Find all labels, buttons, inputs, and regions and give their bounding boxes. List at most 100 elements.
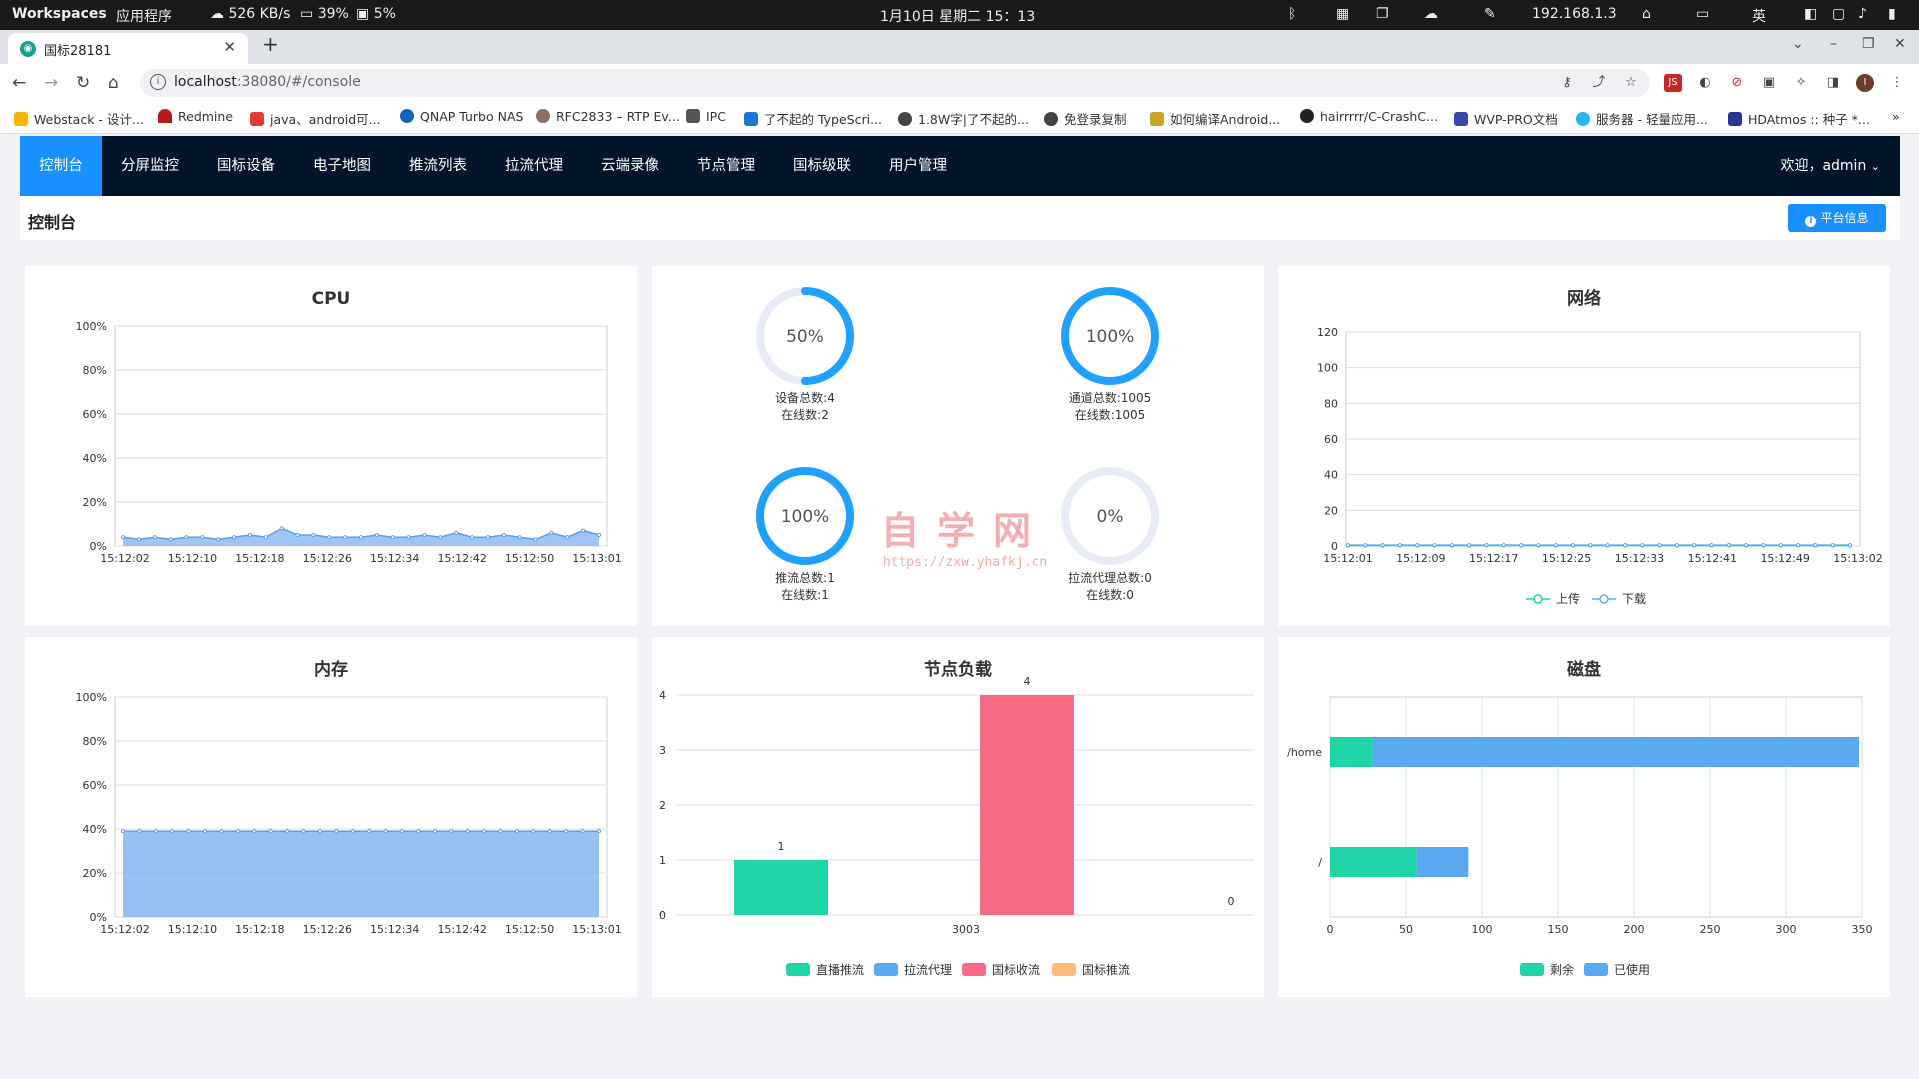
nav-menu-user-manage[interactable]: 用户管理 xyxy=(870,136,966,196)
cpu-chart-title: CPU xyxy=(312,289,351,309)
side-panel-icon[interactable]: ◨ xyxy=(1824,74,1842,92)
bookmark-item[interactable]: QNAP Turbo NAS xyxy=(400,109,523,124)
network-point xyxy=(1692,543,1697,548)
platform-info-button[interactable]: i 平台信息 xyxy=(1788,204,1886,232)
network-point xyxy=(1830,543,1835,548)
key-icon[interactable]: ⚷ xyxy=(1558,74,1576,92)
node-load-legend-swatch xyxy=(1052,963,1076,976)
bookmark-item[interactable]: HDAtmos :: 种子 *... xyxy=(1728,109,1870,128)
nav-menu-split-monitor[interactable]: 分屏监控 xyxy=(102,136,198,196)
nav-menu-gb-cascade[interactable]: 国标级联 xyxy=(774,136,870,196)
network-point xyxy=(1709,543,1714,548)
browser-tab[interactable]: ◉ 国标28181 ✕ xyxy=(8,33,248,64)
minimize-icon[interactable]: – xyxy=(1830,36,1837,52)
mem-x-tick: 15:12:42 xyxy=(437,923,486,936)
reload-icon[interactable]: ↻ xyxy=(76,73,90,93)
bookmark-item[interactable]: Redmine xyxy=(158,109,233,124)
nav-menu-push-list[interactable]: 推流列表 xyxy=(390,136,486,196)
nav-menu-pull-proxy[interactable]: 拉流代理 xyxy=(486,136,582,196)
workspaces-label[interactable]: Workspaces xyxy=(12,6,107,22)
nav-menu-console[interactable]: 控制台 xyxy=(20,136,102,196)
home-page-icon[interactable]: ⌂ xyxy=(108,73,119,93)
site-info-icon[interactable]: i xyxy=(150,74,166,90)
nav-menu-gb-devices[interactable]: 国标设备 xyxy=(198,136,294,196)
bookmarks-overflow-button[interactable]: » xyxy=(1892,109,1900,124)
bookmark-label: IPC xyxy=(706,109,726,124)
bluetooth-icon[interactable]: ᛒ xyxy=(1288,6,1296,22)
close-window-icon[interactable]: ✕ xyxy=(1894,36,1906,52)
nav-menu-map[interactable]: 电子地图 xyxy=(294,136,390,196)
close-tab-icon[interactable]: ✕ xyxy=(223,38,236,56)
maximize-icon[interactable]: ❐ xyxy=(1862,36,1875,52)
home-icon[interactable]: ⌂ xyxy=(1642,6,1651,22)
browser-menu-icon[interactable]: ⋮ xyxy=(1888,74,1906,92)
screen-icon[interactable]: ◧ xyxy=(1804,6,1817,22)
bookmark-folder[interactable]: IPC xyxy=(686,109,726,124)
cpu-x-tick: 15:12:42 xyxy=(437,552,486,565)
bookmark-item[interactable]: hairrrrr/C-CrashC... xyxy=(1300,109,1438,124)
nav-menu-node-manage[interactable]: 节点管理 xyxy=(678,136,774,196)
disk-chart-title: 磁盘 xyxy=(1567,659,1601,680)
ime-indicator[interactable]: 英 xyxy=(1752,6,1766,26)
user-menu[interactable]: 欢迎，admin ⌄ xyxy=(1780,136,1880,197)
apps-menu[interactable]: 应用程序 xyxy=(116,6,172,26)
legend-upload[interactable]: 上传 xyxy=(1526,591,1580,606)
gauge-online-label: 在线数:1005 xyxy=(1075,407,1146,422)
disk-x-tick: 200 xyxy=(1624,923,1645,936)
bookmark-item[interactable]: 服务器 - 轻量应用... xyxy=(1576,109,1708,128)
window-icon[interactable]: ▢ xyxy=(1832,6,1845,22)
extension-glasses-icon[interactable]: ◐ xyxy=(1696,74,1714,92)
back-icon[interactable]: ← xyxy=(12,73,26,93)
url-bar[interactable]: i localhost:38080/#/console ⚷ ⤴ ☆ xyxy=(140,69,1650,97)
bookmark-item[interactable]: java、android可... xyxy=(250,109,381,128)
new-tab-button[interactable]: + xyxy=(262,32,279,56)
tab-search-icon[interactable]: ⌄ xyxy=(1792,36,1804,52)
clipboard-icon[interactable]: ❐ xyxy=(1376,6,1389,22)
node-load-y-tick: 3 xyxy=(659,744,666,757)
extension-qr-icon[interactable]: ▣ xyxy=(1760,74,1778,92)
bookmark-item[interactable]: 免登录复制 xyxy=(1044,109,1127,128)
browser-tab-strip: ◉ 国标28181 ✕ + ⌄ – ❐ ✕ xyxy=(0,30,1919,64)
extension-js-icon[interactable]: JS xyxy=(1664,74,1682,92)
bookmarks-bar: Webstack - 设计... Redmine java、android可..… xyxy=(0,102,1919,134)
battery-icon[interactable]: ▮ xyxy=(1888,6,1896,22)
watermark-url: https://zxw.yhafkj.cn xyxy=(882,555,1048,570)
color-picker-icon[interactable]: ✎ xyxy=(1484,6,1496,22)
bookmark-item[interactable]: 1.8W字|了不起的... xyxy=(898,109,1029,128)
display-icon[interactable]: ▭ xyxy=(1696,6,1709,22)
network-point xyxy=(1553,543,1558,548)
cpu-chart: CPU 0%20%40%60%80%100%15:12:02 15:12:10 15… xyxy=(76,289,622,565)
extension-block-icon[interactable]: ⊘ xyxy=(1728,74,1746,92)
bookmark-label: 1.8W字|了不起的... xyxy=(918,112,1029,127)
disk-legend-swatch xyxy=(1520,963,1544,976)
volume-icon[interactable]: ♪ xyxy=(1858,6,1867,22)
cpu-point xyxy=(200,535,205,540)
net-x-tick: 15:12:41 xyxy=(1688,552,1737,565)
forward-icon[interactable]: → xyxy=(44,73,58,93)
network-point xyxy=(1640,543,1645,548)
memory-point xyxy=(383,829,388,834)
bookmark-label: 如何编译Android... xyxy=(1170,112,1281,127)
share-icon[interactable]: ⤴ xyxy=(1590,74,1608,92)
bookmark-star-icon[interactable]: ☆ xyxy=(1622,74,1640,92)
bookmark-item[interactable]: 如何编译Android... xyxy=(1150,109,1280,128)
legend-download[interactable]: 下载 xyxy=(1592,592,1646,606)
cpu-point xyxy=(263,535,268,540)
tray-app-icon[interactable]: ▦ xyxy=(1336,6,1349,22)
bookmark-item[interactable]: 了不起的 TypeScri... xyxy=(744,109,882,128)
zhihu-icon xyxy=(744,112,758,126)
extensions-puzzle-icon[interactable]: ✧ xyxy=(1792,74,1810,92)
tray-cloud-icon[interactable]: ☁ xyxy=(1424,6,1438,22)
ip-address[interactable]: 192.168.1.3 xyxy=(1532,6,1617,22)
clock[interactable]: 1月10日 星期二 15：13 xyxy=(880,6,1035,26)
profile-avatar[interactable]: I xyxy=(1856,74,1874,92)
bookmark-item[interactable]: WVP-PRO文档 xyxy=(1454,109,1558,128)
bookmark-item[interactable]: RFC2833 – RTP Ev... xyxy=(536,109,680,124)
memory-point xyxy=(367,829,372,834)
nav-menu-cloud-record[interactable]: 云端录像 xyxy=(582,136,678,196)
memory-point xyxy=(449,829,454,834)
network-point xyxy=(1345,543,1351,548)
bookmark-item[interactable]: Webstack - 设计... xyxy=(14,109,144,128)
cpu-point xyxy=(231,535,237,540)
url-text[interactable]: localhost:38080/#/console xyxy=(174,74,361,90)
